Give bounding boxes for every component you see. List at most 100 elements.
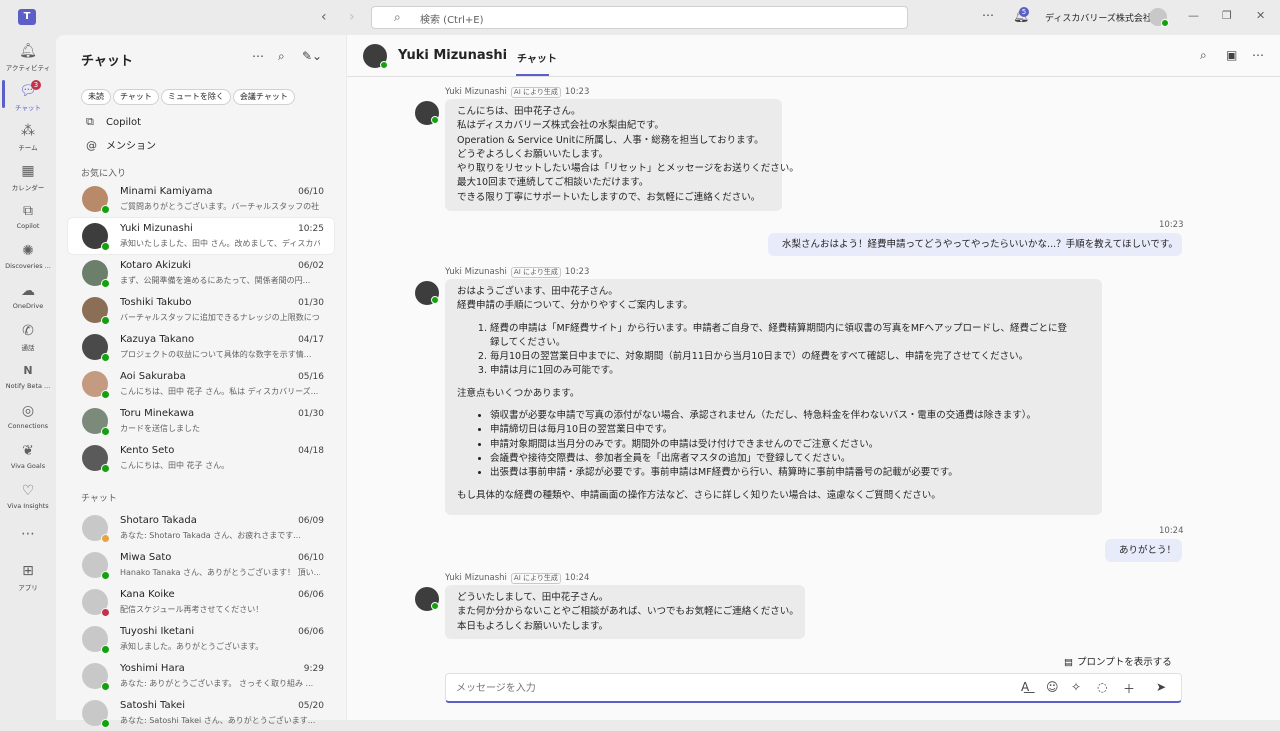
rail-item-calendar[interactable]: ▦ カレンダー (0, 159, 56, 199)
chat-list-item[interactable]: Kana Koike 06/06 配信スケジュール再考させてください！ (68, 584, 334, 620)
chat-list-item[interactable]: Yuki Mizunashi 10:25 承知いたしました、田中 さん。改めまして、… (68, 218, 334, 254)
copilot-item[interactable]: ⧉ Copilot (86, 115, 141, 129)
chat-name: Kana Koike (120, 589, 175, 600)
filter-meeting-chat[interactable]: 会議チャット (232, 89, 295, 105)
step-item: 申請は月に1回のみ可能です。 (490, 364, 1090, 378)
chat-list-item[interactable]: Miwa Sato 06/10 Hanako Tanaka さん、ありがとうございま… (68, 547, 334, 583)
chat-time: 06/06 (298, 627, 324, 637)
chat-list-item[interactable]: Aoi Sakuraba 05/16 こんにちは、田中 花子 さん。私は ディスカバ… (68, 366, 334, 402)
chat-name: Tuyoshi Iketani (120, 626, 195, 637)
rail-item-teams[interactable]: ⁂ チーム (0, 119, 56, 159)
minimize-button[interactable]: — (1188, 9, 1199, 22)
tab-chat[interactable]: チャット (517, 50, 557, 65)
more-options-icon[interactable]: ⋯ (982, 8, 994, 22)
rail-item-more[interactable]: ⋯ (0, 522, 56, 562)
chat-preview: プロジェクトの収益について具体的な数字を示す情... (120, 350, 312, 359)
presence-status-dot (101, 719, 110, 728)
rail-label: アプリ (18, 584, 38, 592)
rail-item-viva-goals[interactable]: ❦ Viva Goals (0, 439, 56, 479)
back-arrow-icon[interactable]: ‹ (321, 9, 327, 25)
message-time: 10:24 (1159, 526, 1184, 536)
send-icon[interactable]: ➤ (1156, 680, 1166, 694)
rail-item-notify[interactable]: N Notify Beta ... (0, 359, 56, 399)
presence-status-dot (101, 682, 110, 691)
filter-search-icon[interactable]: ⌕ (278, 49, 285, 64)
discoveries-icon: ✺ (22, 243, 34, 259)
message-input[interactable] (456, 679, 856, 697)
search-icon[interactable]: ⌕ (1200, 48, 1207, 63)
chat-name: Aoi Sakuraba (120, 371, 186, 382)
organization-name[interactable]: ディスカバリーズ株式会社 (1045, 11, 1152, 24)
contact-name[interactable]: Yuki Mizunashi (398, 48, 507, 63)
chat-list-item[interactable]: Kento Seto 04/18 こんにちは、田中 花子 さん。 (68, 440, 334, 476)
restore-button[interactable]: ❐ (1222, 9, 1232, 22)
loop-icon[interactable]: ◌ (1097, 680, 1107, 694)
chat-list-item[interactable]: Toru Minekawa 01/30 カードを送信しました (68, 403, 334, 439)
message-time: 10:23 (564, 87, 590, 97)
rail-label: Viva Goals (10, 462, 46, 470)
rail-item-onedrive[interactable]: ☁︎ OneDrive (0, 279, 56, 319)
steps-list: 経費の申請は「MF経費サイト」から行います。申請者ご自身で、経費精算期間内に領収… (457, 322, 1090, 379)
rail-item-chat[interactable]: 💬︎ チャット (0, 79, 56, 119)
chat-time: 9:29 (303, 664, 324, 674)
new-chat-icon[interactable]: ✎⌄ (302, 49, 322, 63)
rail-item-discoveries[interactable]: ✺ Discoveries ... (0, 239, 56, 279)
copilot-label: Copilot (106, 117, 142, 128)
rail-item-apps[interactable]: ⊞ アプリ (0, 559, 56, 599)
filter-chat[interactable]: チャット (113, 89, 159, 105)
chat-time: 06/06 (298, 590, 324, 600)
title-bar: T ‹ › ⌕ 検索 (Ctrl+E) ⋯ 🔔︎ 5 ディスカバリーズ株式会社 … (0, 0, 1280, 35)
chat-time: 04/18 (298, 446, 324, 456)
tab-active-indicator (516, 74, 549, 76)
sender-status-dot (431, 116, 439, 124)
chat-time: 01/30 (298, 409, 324, 419)
message-meta: Yuki Mizunashi AI により生成 10:23 (445, 267, 589, 278)
chat-name: Yoshimi Hara (120, 663, 185, 674)
side-panel-icon[interactable]: ▣ (1226, 48, 1237, 62)
chat-list-item[interactable]: Shotaro Takada 06/09 あなた: Shotaro Takada さ… (68, 510, 334, 546)
chat-list-title: チャット (81, 54, 133, 69)
close-button[interactable]: ✕ (1256, 9, 1265, 22)
rail-item-copilot[interactable]: ⧉ Copilot (0, 199, 56, 239)
chat-preview: Hanako Tanaka さん、ありがとうございます！ 頂い... (120, 568, 320, 577)
more-options-icon[interactable]: ⋯ (1252, 48, 1264, 62)
attach-plus-icon[interactable]: ＋ (1123, 680, 1135, 697)
chat-list-item[interactable]: Kazuya Takano 04/17 プロジェクトの収益について具体的な数字を示す… (68, 329, 334, 365)
message-line: どういたしまして、田中花子さん。 (457, 592, 609, 603)
rail-item-connections[interactable]: ◎ Connections (0, 399, 56, 439)
forward-arrow-icon[interactable]: › (349, 9, 355, 25)
filter-unread[interactable]: 未読 (81, 89, 111, 105)
emoji-icon[interactable]: ☺ (1046, 680, 1059, 694)
note-item: 申請締切日は毎月10日の翌営業日中です。 (490, 423, 1090, 437)
chat-icon: 💬︎ (19, 83, 37, 99)
rail-label: Copilot (16, 222, 40, 230)
chat-list-item[interactable]: Satoshi Takei 05/20 あなた: Satoshi Takei さん、… (68, 695, 334, 731)
search-box[interactable]: ⌕ 検索 (Ctrl+E) (371, 6, 908, 29)
chat-preview: あなた: Satoshi Takei さん、ありがとうございます... (120, 716, 316, 725)
note-item: 申請対象期間は当月分のみです。期間外の申請は受け付けできませんのでご注意ください… (490, 438, 1090, 452)
mention-item[interactable]: @ メンション (86, 137, 156, 152)
show-prompts-link[interactable]: ▤ プロンプトを表示する (1064, 654, 1172, 668)
bell-icon: 🔔︎ (19, 43, 37, 59)
chat-list-item[interactable]: Toshiki Takubo 01/30 バーチャルスタッフに追加できるナレッジの上… (68, 292, 334, 328)
chat-preview: カードを送信しました (120, 424, 200, 433)
chat-time: 06/10 (298, 187, 324, 197)
chat-list-item[interactable]: Minami Kamiyama 06/10 ご質問ありがとうございます。バーチャルス… (68, 181, 334, 217)
chat-name: Kazuya Takano (120, 334, 195, 345)
chat-list-item[interactable]: Kotaro Akizuki 06/02 まず、公開準備を進めるにあたって、関係者間… (68, 255, 334, 291)
rail-item-viva-insights[interactable]: ♡ Viva Insights (0, 479, 56, 519)
rail-item-calls[interactable]: ✆ 通話 (0, 319, 56, 359)
presence-status-dot (101, 279, 110, 288)
presence-status-dot (101, 534, 110, 543)
message-bubble: こんにちは、田中花子さん。 私はディスカバリーズ株式会社の水梨由紀です。 Ope… (445, 99, 799, 211)
chat-list-item[interactable]: Yoshimi Hara 9:29 あなた: ありがとうございます。 さっそく取り組… (68, 658, 334, 694)
rail-item-activity[interactable]: 🔔︎ アクティビティ (0, 39, 56, 79)
chat-list-item[interactable]: Tuyoshi Iketani 06/06 承知しました。ありがとうございます。 (68, 621, 334, 657)
copilot-spark-icon[interactable]: ✧ (1071, 680, 1081, 694)
rail-label: Discoveries ... (5, 262, 51, 270)
more-options-icon[interactable]: ⋯ (252, 49, 264, 63)
compose-box[interactable]: A͟ ☺ ✧ ◌ ＋ ➤ (445, 673, 1182, 703)
format-icon[interactable]: A͟ (1021, 680, 1029, 694)
filter-unmuted[interactable]: ミュートを除く (160, 89, 231, 105)
message-line: 経費申請の手順について、分かりやすくご案内します。 (457, 300, 693, 312)
